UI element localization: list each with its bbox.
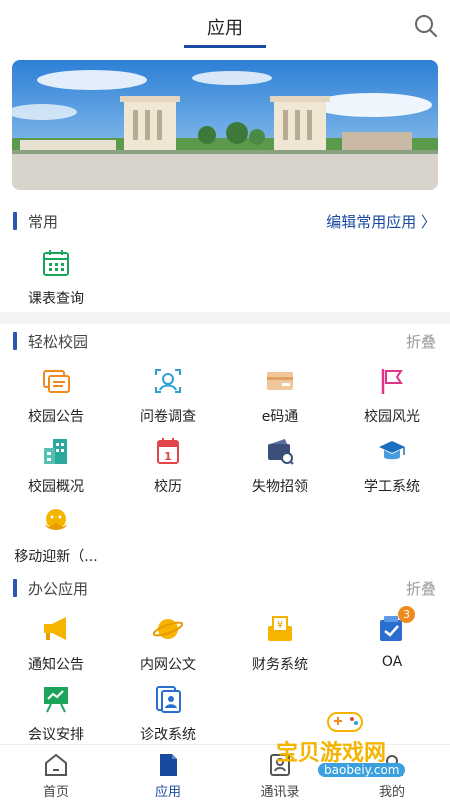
app-campus-notice[interactable]: 校园公告: [0, 366, 112, 430]
app-label: 校历: [154, 479, 182, 495]
flag-icon: [381, 369, 403, 394]
section-marker: [13, 212, 17, 230]
app-label: 诊改系统: [140, 727, 196, 743]
finance-icon: ¥: [268, 616, 292, 641]
welcome-hands-icon: [45, 509, 67, 530]
app-label: 课表查询: [28, 291, 84, 307]
title-underline: [184, 45, 266, 48]
app-label: 财务系统: [252, 657, 308, 673]
search-icon[interactable]: [414, 14, 438, 38]
svg-text:1: 1: [164, 450, 172, 463]
app-lost-found[interactable]: 失物招领: [224, 436, 336, 500]
app-label: OA: [381, 654, 403, 670]
section-office-title: 办公应用: [28, 580, 89, 598]
tab-home[interactable]: 首页: [0, 749, 112, 800]
app-meetings[interactable]: 会议安排: [0, 684, 112, 748]
notice-board-icon: [43, 370, 70, 393]
tab-apps[interactable]: 应用: [112, 749, 224, 800]
section-common-title: 常用: [28, 213, 59, 231]
home-icon: [45, 753, 67, 776]
meeting-board-icon: [44, 687, 68, 713]
app-label: 问卷调查: [140, 409, 196, 425]
notification-badge: 3: [398, 606, 415, 623]
tab-label: 应用: [154, 785, 181, 800]
section-campus-title: 轻松校园: [28, 333, 89, 351]
diagnosis-doc-icon: [156, 686, 181, 713]
app-label: 通知公告: [28, 657, 84, 673]
app-label: 失物招领: [252, 479, 308, 495]
app-label: e码通: [261, 409, 299, 425]
oa-check-icon: 3: [377, 606, 415, 644]
chevron-right-icon: 〉: [420, 213, 436, 231]
app-label: 校园概况: [28, 479, 84, 495]
app-label: 内网公文: [140, 657, 196, 673]
app-finance[interactable]: ¥ 财务系统: [224, 614, 336, 678]
app-student-affairs[interactable]: 学工系统: [336, 436, 448, 500]
app-doc-icon: [160, 754, 177, 776]
section-office-header: 办公应用 折叠: [0, 577, 450, 601]
svg-text:¥: ¥: [277, 620, 283, 631]
building-icon: [44, 439, 67, 464]
card-icon: [267, 372, 293, 390]
section-divider: [0, 312, 450, 324]
megaphone-icon: [44, 617, 66, 640]
app-ecode[interactable]: e码通: [224, 366, 336, 430]
page-title: 应用: [207, 18, 243, 39]
watermark-url: baobeiy.com: [318, 763, 406, 777]
section-marker: [13, 332, 17, 350]
app-oa[interactable]: 3 OA: [336, 606, 448, 678]
section-campus-header: 轻松校园 折叠: [0, 330, 450, 354]
app-label: 学工系统: [364, 479, 420, 495]
collapse-campus-toggle[interactable]: 折叠: [406, 331, 436, 352]
app-notifications[interactable]: 通知公告: [0, 614, 112, 678]
app-timetable[interactable]: 课表查询: [0, 248, 112, 312]
app-label: 校园公告: [28, 409, 84, 425]
graduation-cap-icon: [379, 441, 405, 460]
app-label: 校园风光: [364, 409, 420, 425]
app-school-calendar[interactable]: 1 校历: [112, 436, 224, 500]
calendar-grid-icon: [43, 250, 69, 276]
edit-common-apps-label: 编辑常用应用: [326, 213, 417, 231]
app-header: 应用: [0, 0, 450, 50]
app-survey[interactable]: 问卷调查: [112, 366, 224, 430]
edit-common-apps-link[interactable]: 编辑常用应用 〉: [326, 211, 436, 232]
app-campus-scenery[interactable]: 校园风光: [336, 366, 448, 430]
app-intranet-docs[interactable]: 内网公文: [112, 614, 224, 678]
gamepad-icon: [327, 712, 363, 732]
wallet-search-icon: [268, 439, 294, 465]
site-watermark: 宝贝游戏网 baobeiy.com: [270, 705, 440, 790]
app-diagnosis[interactable]: 诊改系统: [112, 684, 224, 748]
tab-label: 首页: [42, 785, 69, 800]
section-marker: [13, 579, 17, 597]
app-mobile-welcome[interactable]: 移动迎新（...: [0, 506, 112, 570]
section-common-header: 常用 编辑常用应用 〉: [0, 210, 450, 234]
app-label: 会议安排: [28, 727, 84, 743]
survey-face-icon: [155, 369, 181, 393]
calendar-day-icon: 1: [157, 438, 179, 464]
campus-banner-image[interactable]: [12, 60, 438, 190]
collapse-office-toggle[interactable]: 折叠: [406, 578, 436, 599]
app-label: 移动迎新（...: [14, 549, 98, 565]
app-campus-overview[interactable]: 校园概况: [0, 436, 112, 500]
planet-icon: [153, 619, 183, 639]
